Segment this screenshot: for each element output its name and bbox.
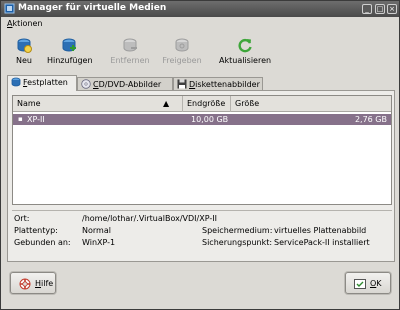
attached-value: WinXP-1: [82, 238, 116, 247]
maximize-button[interactable]: □: [375, 4, 385, 14]
title-bar[interactable]: Manager für virtuelle Medien _ □ ×: [1, 1, 399, 17]
snapshot-value: ServicePack-II installiert: [274, 238, 370, 247]
refresh-button[interactable]: Aktualisieren: [219, 37, 271, 71]
remove-button[interactable]: Entfernen: [109, 37, 151, 71]
cd-dvd-icon: [81, 79, 91, 89]
disk-type-label: Plattentyp:: [14, 226, 58, 235]
ok-button[interactable]: OK: [345, 272, 391, 294]
column-header-size[interactable]: Größe: [231, 96, 391, 112]
help-button[interactable]: Hilfe: [10, 272, 56, 294]
list-header: Name ▲ Endgröße Größe: [13, 96, 391, 112]
disk-max-size: 10,00 GB: [191, 115, 229, 124]
storage-value: virtuelles Plattenabbild: [274, 226, 367, 235]
snapshot-label: Sicherungspunkt:: [202, 238, 273, 247]
storage-label: Speichermedium:: [202, 226, 273, 235]
lifebuoy-help-icon: [19, 278, 31, 290]
attached-label: Gebunden an:: [14, 238, 71, 247]
disk-size: 2,76 GB: [354, 115, 387, 124]
tab-panel-hard-disks: Name ▲ Endgröße Größe ▪ XP-II 10,00 GB 2…: [7, 90, 395, 262]
add-disk-icon: [62, 38, 76, 52]
tab-floppy-images[interactable]: Diskettenabbilder: [173, 77, 263, 91]
hard-disk-icon: [11, 77, 21, 87]
expander-icon: ▪: [18, 115, 23, 123]
dialog-button-bar: Hilfe OK: [1, 265, 399, 310]
ok-check-icon: [354, 279, 366, 289]
virtualbox-app-icon: [4, 3, 15, 14]
sort-ascending-icon: ▲: [163, 99, 170, 108]
new-button[interactable]: Neu: [9, 37, 39, 71]
media-manager-window: Manager für virtuelle Medien _ □ × Aktio…: [0, 0, 400, 310]
floppy-icon: [177, 79, 187, 89]
menu-aktionen[interactable]: Aktionen: [7, 19, 42, 28]
minimize-button[interactable]: _: [362, 4, 372, 14]
details-pane: Ort: /home/lothar/.VirtualBox/VDI/XP-II …: [12, 210, 392, 258]
column-header-max-size[interactable]: Endgröße: [183, 96, 231, 112]
location-label: Ort:: [14, 214, 30, 223]
location-value: /home/lothar/.VirtualBox/VDI/XP-II: [82, 214, 217, 223]
list-item[interactable]: ▪ XP-II 10,00 GB 2,76 GB: [13, 114, 391, 125]
media-tabs: Festplatten CD/DVD-Abbilder Diskettenabb…: [7, 75, 395, 91]
disk-type-value: Normal: [82, 226, 111, 235]
disk-name: XP-II: [27, 115, 45, 124]
refresh-icon: [238, 38, 252, 53]
toolbar: Neu Hinzufügen Entfernen Freigeben Aktua…: [1, 31, 399, 73]
media-list[interactable]: Name ▲ Endgröße Größe ▪ XP-II 10,00 GB 2…: [12, 95, 392, 205]
release-disk-icon: [175, 38, 189, 52]
tab-hard-disks[interactable]: Festplatten: [7, 75, 77, 91]
tab-cd-dvd-images[interactable]: CD/DVD-Abbilder: [77, 77, 173, 91]
add-button[interactable]: Hinzufügen: [47, 37, 93, 71]
remove-disk-icon: [123, 38, 137, 52]
menu-bar: Aktionen: [1, 17, 399, 31]
column-header-name[interactable]: Name ▲: [13, 96, 183, 112]
close-button[interactable]: ×: [387, 4, 397, 14]
window-title: Manager für virtuelle Medien: [18, 3, 167, 13]
new-disk-icon: [17, 38, 32, 53]
release-button[interactable]: Freigeben: [161, 37, 203, 71]
